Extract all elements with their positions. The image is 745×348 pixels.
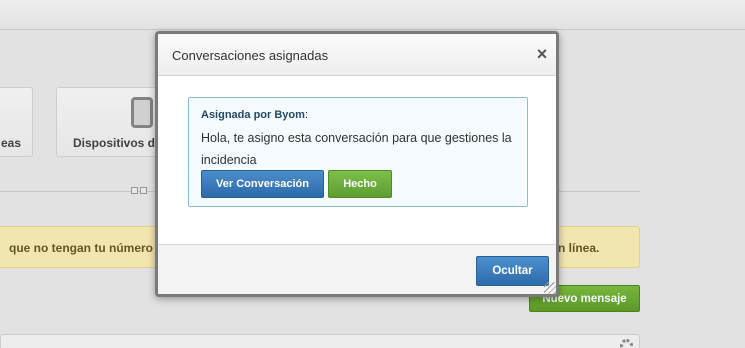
done-button[interactable]: Hecho	[328, 170, 392, 198]
dialog-title: Conversaciones asignadas	[172, 48, 329, 63]
dialog-footer: Ocultar	[158, 244, 556, 294]
view-conversation-button[interactable]: Ver Conversación	[201, 170, 324, 198]
note-author-label: Asignada por Byom	[201, 109, 305, 121]
resize-handle[interactable]	[544, 282, 556, 294]
close-icon[interactable]: ×	[534, 45, 550, 63]
assignment-note: Asignada por Byom: Hola, te asigno esta …	[188, 97, 528, 207]
note-message: Hola, te asigno esta conversación para q…	[201, 131, 512, 167]
note-author: Asignada por Byom:	[201, 109, 308, 121]
hide-button[interactable]: Ocultar	[476, 256, 549, 286]
assigned-conversations-dialog: Conversaciones asignadas × Asignada por …	[155, 31, 559, 297]
dialog-header: Conversaciones asignadas ×	[158, 34, 556, 76]
dialog-body: Asignada por Byom: Hola, te asigno esta …	[158, 77, 556, 244]
note-author-suffix: :	[304, 109, 308, 121]
